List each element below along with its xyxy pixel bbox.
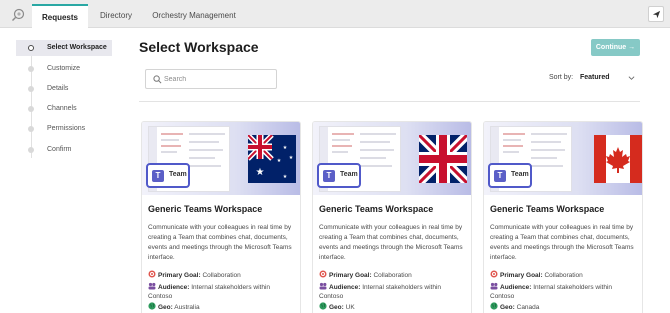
uk-flag-icon: [419, 135, 467, 183]
svg-text:★: ★: [289, 155, 294, 161]
send-feedback-button[interactable]: [648, 6, 664, 22]
step-label: Permissions: [47, 125, 86, 132]
australia-flag-icon: ★ ★ ★ ★ ★: [248, 135, 296, 183]
meta-geo: Geo: Australia: [148, 302, 200, 312]
divider: [139, 101, 640, 102]
step-label: Channels: [47, 105, 77, 112]
sort-label: Sort by:: [549, 74, 574, 81]
card-description: Communicate with your colleagues in real…: [148, 224, 292, 261]
step-label: Details: [47, 85, 69, 92]
step-label: Select Workspace: [47, 44, 107, 51]
send-icon: [652, 10, 661, 19]
top-nav-bar: Requests Directory Orchestry Management: [0, 0, 670, 28]
target-icon: [148, 270, 156, 278]
step-current-icon: [28, 45, 34, 51]
card-title: Generic Teams Workspace: [319, 204, 434, 214]
card-thumbnail: T Team ★ ★ ★ ★ ★: [142, 122, 300, 195]
svg-text:★: ★: [256, 167, 265, 178]
card-title: Generic Teams Workspace: [148, 204, 263, 214]
workspace-card-australia[interactable]: T Team ★ ★ ★ ★ ★ Generic Teams Workspace…: [141, 121, 301, 313]
step-pending-icon: [28, 66, 34, 72]
globe-icon: [148, 302, 156, 310]
step-label: Confirm: [47, 146, 72, 153]
arrow-right-icon: →: [628, 44, 636, 51]
tab-directory[interactable]: Directory: [90, 4, 142, 28]
step-permissions[interactable]: Permissions: [16, 121, 112, 137]
svg-text:★: ★: [283, 145, 288, 151]
badge-label: Team: [511, 171, 529, 178]
step-pending-icon: [28, 86, 34, 92]
step-pending-icon: [28, 126, 34, 132]
step-select-workspace[interactable]: Select Workspace: [16, 40, 112, 56]
target-icon: [319, 270, 327, 278]
card-description: Communicate with your colleagues in real…: [319, 224, 463, 261]
step-customize[interactable]: Customize: [16, 61, 112, 77]
step-pending-icon: [28, 147, 34, 153]
people-icon: [148, 282, 156, 290]
team-badge: T Team: [488, 163, 532, 188]
teams-icon: T: [323, 170, 335, 182]
people-icon: [319, 282, 327, 290]
globe-icon: [490, 302, 498, 310]
card-thumbnail: T Team: [313, 122, 471, 195]
meta-audience: Audience: Internal stakeholders within C…: [148, 282, 270, 300]
step-details[interactable]: Details: [16, 81, 112, 97]
canada-flag-icon: [594, 135, 642, 183]
step-channels[interactable]: Channels: [16, 101, 112, 117]
step-confirm[interactable]: Confirm: [16, 142, 112, 158]
svg-text:★: ★: [277, 158, 282, 164]
meta-geo: Geo: Canada: [490, 302, 539, 312]
card-description: Communicate with your colleagues in real…: [490, 224, 634, 261]
card-thumbnail: T Team: [484, 122, 642, 195]
meta-primary-goal: Primary Goal: Collaboration: [319, 270, 412, 280]
continue-button[interactable]: Continue →: [591, 39, 640, 56]
badge-label: Team: [169, 171, 187, 178]
svg-text:★: ★: [283, 174, 288, 180]
meta-audience: Audience: Internal stakeholders within C…: [490, 282, 612, 300]
meta-primary-goal: Primary Goal: Collaboration: [490, 270, 583, 280]
tab-requests[interactable]: Requests: [32, 4, 88, 28]
target-icon: [490, 270, 498, 278]
search-icon: [153, 75, 162, 84]
badge-label: Team: [340, 171, 358, 178]
wizard-sidebar: Select Workspace Customize Details Chann…: [0, 28, 112, 313]
card-title: Generic Teams Workspace: [490, 204, 605, 214]
people-icon: [490, 282, 498, 290]
continue-label: Continue: [595, 44, 627, 51]
meta-primary-goal: Primary Goal: Collaboration: [148, 270, 241, 280]
globe-icon: [319, 302, 327, 310]
team-badge: T Team: [146, 163, 190, 188]
team-badge: T Team: [317, 163, 361, 188]
tab-orchestry-management[interactable]: Orchestry Management: [146, 4, 242, 28]
meta-geo: Geo: UK: [319, 302, 355, 312]
step-label: Customize: [47, 65, 81, 72]
workspace-card-canada[interactable]: T Team Generic Teams Workspace Communica…: [483, 121, 643, 313]
chevron-down-icon[interactable]: [628, 75, 635, 81]
app-logo-icon: [12, 8, 25, 21]
teams-icon: T: [494, 170, 506, 182]
meta-audience: Audience: Internal stakeholders within C…: [319, 282, 441, 300]
workspace-card-uk[interactable]: T Team Generic Teams Workspace Communica…: [312, 121, 472, 313]
step-pending-icon: [28, 106, 34, 112]
sort-dropdown[interactable]: Featured: [580, 74, 610, 81]
search-input[interactable]: [164, 72, 272, 87]
teams-icon: T: [152, 170, 164, 182]
page-title: Select Workspace: [139, 39, 259, 55]
search-box[interactable]: [145, 69, 277, 89]
